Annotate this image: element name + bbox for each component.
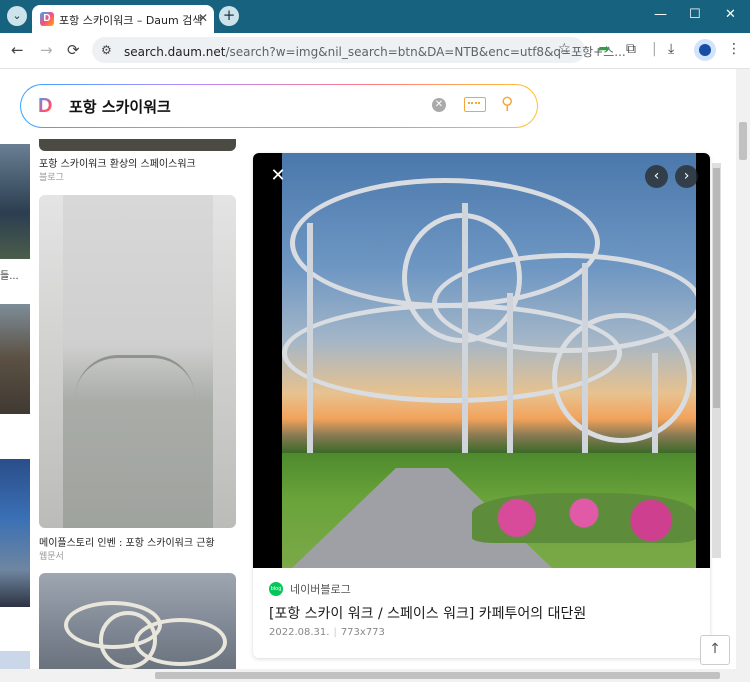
- daum-logo-icon[interactable]: D: [38, 95, 58, 117]
- image-result-thumb[interactable]: [0, 651, 30, 669]
- daum-favicon-icon: D: [40, 12, 54, 26]
- tab-search-button[interactable]: ⌄: [7, 6, 27, 26]
- address-bar[interactable]: ⚙ search.daum.net/search?w=img&nil_searc…: [92, 37, 626, 63]
- detail-title-link[interactable]: [포항 스카이 워크 / 스페이스 워크] 카페투어의 대단원: [269, 603, 586, 623]
- minimize-button[interactable]: —: [654, 7, 667, 22]
- site-info-icon[interactable]: ⚙: [101, 43, 112, 57]
- page-content: D 포항 스카이워크 ✕ ⚲ 들... 포항 스카이워크 환상의 스페이스워크 …: [0, 69, 736, 669]
- profile-avatar-icon[interactable]: [694, 39, 716, 61]
- browser-toolbar: ← → ⟳ ⚙ search.daum.net/search?w=img&nil…: [0, 33, 750, 69]
- image-result-caption[interactable]: 포항 스카이워크 환상의 스페이스워크: [39, 155, 196, 170]
- browser-tab[interactable]: D 포항 스카이워크 – Daum 검색 ✕: [32, 5, 214, 33]
- page-horizontal-scrollbar[interactable]: [0, 669, 750, 682]
- forward-icon[interactable]: →: [40, 41, 53, 59]
- image-result-thumb[interactable]: [39, 139, 236, 151]
- image-result-thumb[interactable]: [0, 459, 30, 607]
- detail-scrollbar[interactable]: [712, 163, 721, 558]
- scroll-to-top-button[interactable]: ↑: [700, 635, 730, 665]
- search-icon[interactable]: ⚲: [501, 94, 513, 114]
- url-host: search.daum.net: [124, 45, 226, 59]
- close-viewer-icon[interactable]: ✕: [267, 165, 289, 187]
- image-result-source: 웹문서: [39, 552, 64, 562]
- image-result-thumb[interactable]: [39, 195, 236, 528]
- url-text[interactable]: search.daum.net/search?w=img&nil_search=…: [124, 43, 626, 60]
- detail-source-name[interactable]: 네이버블로그: [290, 581, 351, 597]
- detail-date: 2022.08.31.: [269, 627, 330, 638]
- new-tab-button[interactable]: +: [219, 6, 239, 26]
- keyboard-icon[interactable]: [464, 97, 486, 112]
- image-result-thumb[interactable]: [0, 304, 30, 414]
- maximize-button[interactable]: ☐: [689, 7, 701, 22]
- browser-titlebar: ⌄ D 포항 스카이워크 – Daum 검색 ✕ + — ☐ ✕: [0, 0, 750, 33]
- page-vertical-scrollbar[interactable]: [736, 69, 750, 669]
- detail-size: 773x773: [340, 627, 385, 638]
- toolbar-divider: |: [652, 41, 657, 57]
- bookmark-star-icon[interactable]: ☆: [558, 41, 571, 57]
- detail-photo[interactable]: ✕ ‹ ›: [253, 153, 710, 568]
- prev-image-icon[interactable]: ‹: [645, 165, 668, 188]
- search-input[interactable]: 포항 스카이워크: [69, 96, 171, 117]
- search-box[interactable]: D 포항 스카이워크 ✕ ⚲: [20, 84, 538, 128]
- image-detail-panel: ✕ ‹ › blog 네이버블로그 [포항 스카이 워크 / 스페이스 워크] …: [253, 153, 710, 658]
- image-result-thumb[interactable]: [39, 573, 236, 669]
- image-result-caption[interactable]: 메이플스토리 인벤 : 포항 스카이워크 근황: [39, 534, 215, 549]
- image-result-caption[interactable]: 들...: [0, 267, 19, 282]
- reload-icon[interactable]: ⟳: [67, 41, 80, 59]
- detail-meta: 2022.08.31. | 773x773: [269, 627, 385, 638]
- next-image-icon[interactable]: ›: [675, 165, 698, 188]
- window-close-button[interactable]: ✕: [725, 7, 736, 22]
- tab-title: 포항 스카이워크 – Daum 검색: [59, 14, 203, 27]
- naver-blog-icon: blog: [269, 582, 283, 596]
- back-icon[interactable]: ←: [11, 41, 24, 59]
- clear-search-icon[interactable]: ✕: [432, 98, 446, 112]
- menu-icon[interactable]: ⋮: [727, 41, 741, 57]
- image-result-source: 블로그: [39, 173, 64, 183]
- share-icon[interactable]: ➦: [598, 41, 610, 57]
- skywalk-photo: [282, 153, 696, 568]
- download-icon[interactable]: ⤓: [668, 41, 674, 57]
- tab-close-icon[interactable]: ✕: [198, 11, 208, 25]
- extensions-icon[interactable]: ⧉: [626, 41, 636, 57]
- image-result-thumb[interactable]: [0, 144, 30, 259]
